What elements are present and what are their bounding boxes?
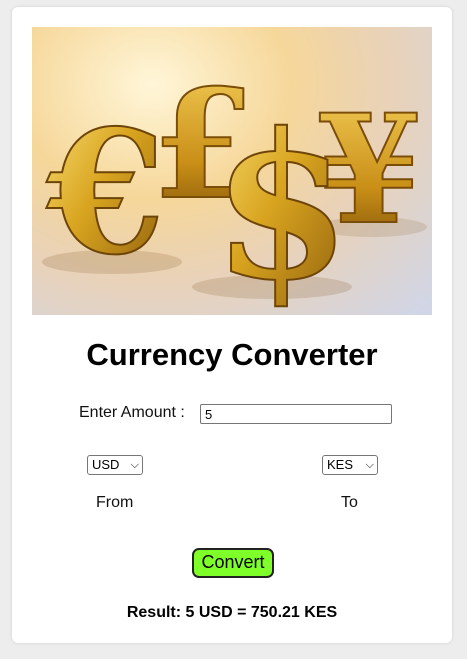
chevron-down-icon: ⌵ <box>130 459 139 471</box>
amount-label: Enter Amount : <box>79 404 185 421</box>
from-currency-value: USD <box>92 457 120 472</box>
currency-symbols-illustration: £ ¥ € $ <box>42 56 427 315</box>
convert-button[interactable]: Convert <box>192 548 274 578</box>
amount-input[interactable] <box>200 404 392 424</box>
to-currency-value: KES <box>327 457 354 472</box>
converter-card: £ ¥ € $ Currency Converter Enter Amount … <box>12 7 452 643</box>
to-label: To <box>341 494 358 511</box>
page-title: Currency Converter <box>86 337 378 372</box>
chevron-down-icon: ⌵ <box>365 459 374 471</box>
to-currency-select[interactable]: KES ⌵ <box>322 455 378 475</box>
result-text: Result: 5 USD = 750.21 KES <box>126 604 338 621</box>
from-label: From <box>96 494 134 511</box>
currency-symbols-image: £ ¥ € $ <box>32 27 432 315</box>
from-currency-select[interactable]: USD ⌵ <box>87 455 143 475</box>
euro-symbol: € <box>46 93 165 293</box>
dollar-symbol: $ <box>212 90 351 315</box>
